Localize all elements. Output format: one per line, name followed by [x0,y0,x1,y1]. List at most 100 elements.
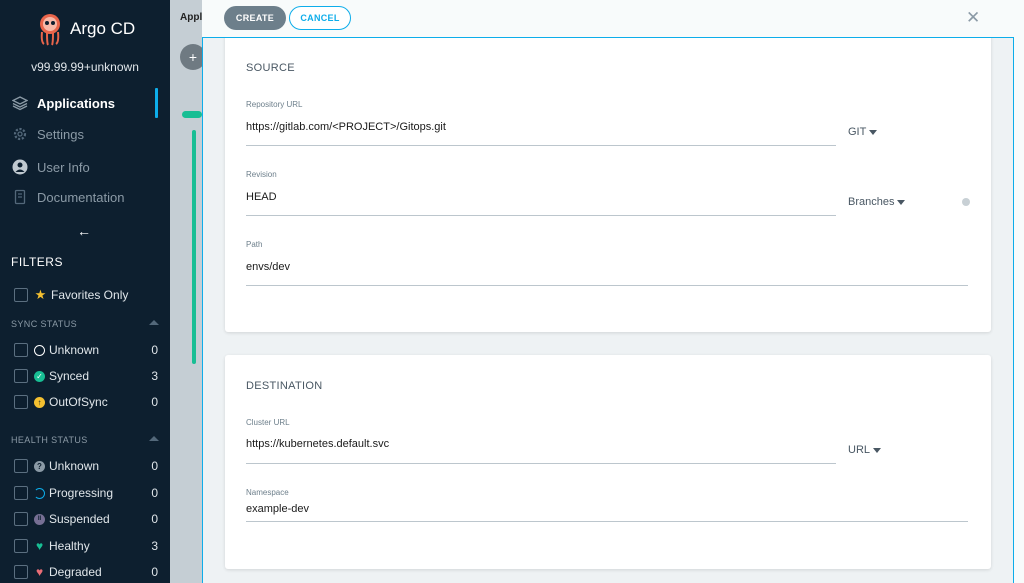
cancel-button[interactable]: CANCEL [289,6,351,30]
nav-label: Applications [37,95,116,111]
filter-label: Suspended [49,512,110,526]
filter-favorites-only[interactable]: ★ Favorites Only [14,287,158,303]
path-underline [246,285,968,286]
filter-label: Favorites Only [51,288,129,302]
nav-item-settings[interactable]: Settings [12,126,84,142]
revision-type-value: Branches [848,196,895,208]
help-info-icon[interactable] [962,198,970,206]
filter-sync-unknown[interactable]: Unknown 0 [14,342,158,358]
repo-type-value: GIT [848,126,867,138]
filter-label: OutOfSync [49,395,108,409]
panel-header: CREATE CANCEL ✕ [202,0,1024,37]
filter-label: Healthy [49,539,90,553]
pause-circle-icon: II [34,513,45,525]
checkbox[interactable] [14,565,28,579]
cluster-url-label: Cluster URL [246,418,290,427]
checkbox[interactable] [14,395,28,409]
namespace-label: Namespace [246,488,289,497]
filter-health-suspended[interactable]: II Suspended 0 [14,511,158,527]
health-status-title: HEALTH STATUS [11,435,88,445]
filter-health-healthy[interactable]: ♥ Healthy 3 [14,538,158,554]
filters-title: FILTERS [11,255,63,269]
nav-item-user-info[interactable]: User Info [12,159,90,175]
checkbox[interactable] [14,486,28,500]
checkbox[interactable] [14,539,28,553]
nav-label: Documentation [37,189,125,205]
filter-count: 0 [151,565,158,579]
nav-label: Settings [37,126,84,142]
nav-label: User Info [37,159,90,175]
filter-count: 3 [151,369,158,383]
destination-title: DESTINATION [246,380,323,392]
heart-icon: ♥ [35,539,44,553]
filter-count: 0 [151,395,158,409]
checkbox[interactable] [14,369,28,383]
argo-octopus-logo-icon [40,14,60,46]
broken-heart-icon: ♥ [35,565,44,579]
namespace-underline [246,521,968,522]
filter-health-unknown[interactable]: ? Unknown 0 [14,458,158,474]
checkbox[interactable] [14,288,28,302]
gear-icon [12,126,28,142]
path-input[interactable]: envs/dev [246,261,290,273]
destination-card: DESTINATION Cluster URL https://kubernet… [225,355,991,569]
nav-item-applications[interactable]: Applications [12,95,115,111]
create-button[interactable]: CREATE [224,6,286,30]
checkbox[interactable] [14,459,28,473]
panel-body[interactable]: SOURCE Repository URL https://gitlab.com… [202,37,1014,583]
filter-label: Degraded [49,565,102,579]
revision-type-dropdown[interactable]: Branches [848,196,906,208]
create-app-panel: CREATE CANCEL ✕ SOURCE Repository URL ht… [202,0,1024,583]
filter-health-degraded[interactable]: ♥ Degraded 0 [14,564,158,580]
filter-label: Synced [49,369,90,383]
filter-count: 0 [151,486,158,500]
stack-icon [12,95,28,111]
app-tile-status-stripe [192,130,196,364]
cluster-type-dropdown[interactable]: URL [848,444,882,456]
close-icon[interactable]: ✕ [966,8,980,28]
filter-sync-synced[interactable]: ✓ Synced 3 [14,368,158,384]
repo-url-input[interactable]: https://gitlab.com/<PROJECT>/Gitops.git [246,121,446,133]
checkbox[interactable] [14,343,28,357]
revision-underline [246,215,836,216]
health-status-collapse-caret-icon[interactable] [149,436,159,441]
sync-status-collapse-caret-icon[interactable] [149,320,159,325]
filter-sync-outofsync[interactable]: ↑ OutOfSync 0 [14,394,158,410]
filter-label: Unknown [49,459,100,473]
namespace-input[interactable]: example-dev [246,503,309,515]
checkbox[interactable] [14,512,28,526]
repo-url-label: Repository URL [246,100,303,109]
status-bar [182,111,202,118]
filter-health-progressing[interactable]: Progressing 0 [14,485,158,501]
filter-count: 0 [151,343,158,357]
source-card: SOURCE Repository URL https://gitlab.com… [225,38,991,332]
caret-down-icon [897,199,906,205]
cluster-url-underline [246,463,836,464]
repo-url-underline [246,145,836,146]
check-circle-icon: ✓ [34,370,45,382]
source-title: SOURCE [246,62,295,74]
question-circle-icon: ? [34,460,45,472]
arrow-up-circle-icon: ↑ [34,396,45,408]
sidebar: Argo CD v99.99.99+unknown Applications S… [0,0,170,583]
cluster-type-value: URL [848,444,871,456]
version-label: v99.99.99+unknown [31,60,139,74]
star-icon: ★ [34,287,47,302]
caret-down-icon [869,129,878,135]
spinner-icon [34,487,45,499]
book-icon [12,189,28,205]
filter-label: Unknown [49,343,100,357]
nav-item-documentation[interactable]: Documentation [12,189,124,205]
filter-count: 0 [151,512,158,526]
sync-status-title: SYNC STATUS [11,319,78,329]
collapse-sidebar-arrow-icon[interactable]: ← [77,223,91,239]
filter-count: 3 [151,539,158,553]
revision-input[interactable]: HEAD [246,191,277,203]
cluster-url-input[interactable]: https://kubernetes.default.svc [246,438,389,450]
filter-label: Progressing [49,486,114,500]
nav-active-indicator [155,88,158,118]
brand-name: Argo CD [70,19,136,38]
user-icon [12,159,28,175]
repo-type-dropdown[interactable]: GIT [848,126,878,138]
logo[interactable]: Argo CD [36,12,135,46]
